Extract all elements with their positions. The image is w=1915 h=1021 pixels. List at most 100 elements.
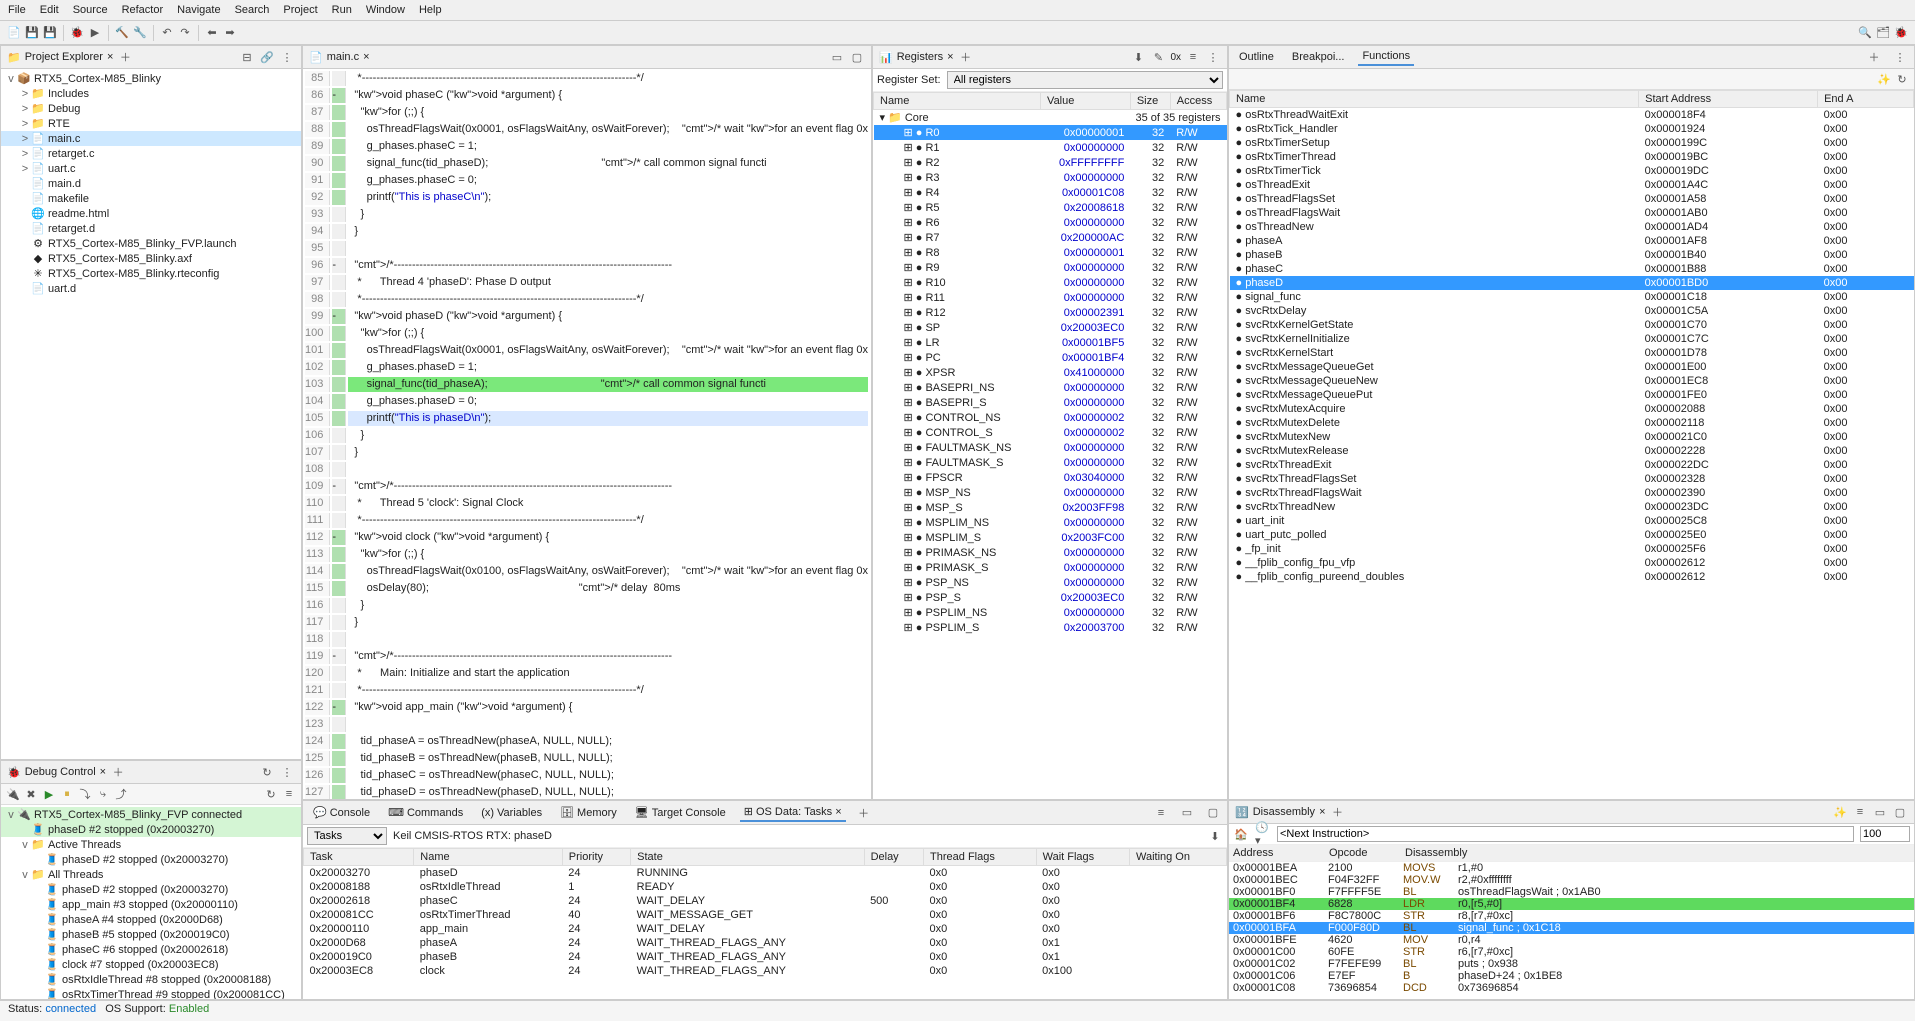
register-row[interactable]: ⊞ ● R10x0000000032R/W bbox=[874, 140, 1227, 155]
tab-commands[interactable]: ⌨Commands bbox=[384, 804, 467, 821]
thread-item[interactable]: 🧵app_main #3 stopped (0x20000110) bbox=[1, 897, 301, 912]
function-row[interactable]: ● svcRtxThreadFlagsWait0x000023900x00 bbox=[1230, 486, 1914, 500]
project-item[interactable]: >📄retarget.c bbox=[1, 146, 301, 161]
disassembly-row[interactable]: 0x00001C02F7FEFE99BLputs ; 0x938 bbox=[1229, 958, 1914, 970]
history-icon[interactable]: 🕓▾ bbox=[1255, 826, 1271, 842]
disassembly-row[interactable]: 0x00001C0060FESTRr6,[r7,#0xc] bbox=[1229, 946, 1914, 958]
function-row[interactable]: ● phaseB0x00001B400x00 bbox=[1230, 248, 1914, 262]
function-row[interactable]: ● svcRtxMessageQueueGet0x00001E000x00 bbox=[1230, 360, 1914, 374]
hex-label[interactable]: 0x bbox=[1170, 52, 1181, 63]
disconnect-icon[interactable]: ✖ bbox=[23, 786, 39, 802]
hammer-icon[interactable]: 🔨 bbox=[114, 25, 130, 41]
function-row[interactable]: ● osThreadNew0x00001AD40x00 bbox=[1230, 220, 1914, 234]
refresh-icon[interactable]: ↻ bbox=[259, 764, 275, 780]
menubar[interactable]: FileEditSourceRefactorNavigateSearchProj… bbox=[0, 0, 1915, 21]
project-item[interactable]: ✳RTX5_Cortex-M85_Blinky.rteconfig bbox=[1, 266, 301, 281]
function-row[interactable]: ● __fplib_config_fpu_vfp0x000026120x00 bbox=[1230, 556, 1914, 570]
project-item[interactable]: >📁Debug bbox=[1, 101, 301, 116]
register-row[interactable]: ⊞ ● CONTROL_S0x0000000232R/W bbox=[874, 425, 1227, 440]
disassembly-row[interactable]: 0x00001BFE4620MOVr0,r4 bbox=[1229, 934, 1914, 946]
bottom-tabs[interactable]: 💬Console⌨Commands(x)Variables🗄Memory🖥Tar… bbox=[303, 801, 1227, 825]
thread-item[interactable]: 🧵phaseC #6 stopped (0x20002618) bbox=[1, 942, 301, 957]
register-row[interactable]: ⊞ ● BASEPRI_NS0x0000000032R/W bbox=[874, 380, 1227, 395]
function-row[interactable]: ● osThreadExit0x00001A4C0x00 bbox=[1230, 178, 1914, 192]
debug-toolbar[interactable]: 🔌 ✖ ▶ ⏸ ⤵ ⤷ ⤴ ↻ ≡ bbox=[1, 784, 301, 805]
min-icon[interactable]: ▭ bbox=[829, 49, 845, 65]
add-icon[interactable]: ＋ bbox=[110, 764, 126, 780]
disassembly-row[interactable]: 0x00001C0873696854DCD0x73696854 bbox=[1229, 982, 1914, 994]
debug-perspective-icon[interactable]: 🐞 bbox=[1893, 25, 1909, 41]
tab-console[interactable]: 💬Console bbox=[309, 804, 374, 821]
max-icon[interactable]: ▢ bbox=[1205, 805, 1221, 821]
back-icon[interactable]: ⬅ bbox=[204, 25, 220, 41]
thread-item[interactable]: 🧵phaseD #2 stopped (0x20003270) bbox=[1, 852, 301, 867]
function-row[interactable]: ● svcRtxMessageQueuePut0x00001FE00x00 bbox=[1230, 388, 1914, 402]
project-item[interactable]: 📄main.d bbox=[1, 176, 301, 191]
new-icon[interactable]: 📄 bbox=[6, 25, 22, 41]
disassembly-row[interactable]: 0x00001BFAF000F80DBLsignal_func ; 0x1C18 bbox=[1229, 922, 1914, 934]
register-row[interactable]: ⊞ ● PC0x00001BF432R/W bbox=[874, 350, 1227, 365]
bug-icon[interactable]: 🐞 bbox=[69, 25, 85, 41]
project-item[interactable]: 🌐readme.html bbox=[1, 206, 301, 221]
function-row[interactable]: ● svcRtxThreadExit0x000022DC0x00 bbox=[1230, 458, 1914, 472]
function-row[interactable]: ● osThreadFlagsWait0x00001AB00x00 bbox=[1230, 206, 1914, 220]
project-item[interactable]: >📁RTE bbox=[1, 116, 301, 131]
function-row[interactable]: ● svcRtxMutexDelete0x000021180x00 bbox=[1230, 416, 1914, 430]
function-row[interactable]: ● osRtxTimerSetup0x0000199C0x00 bbox=[1230, 136, 1914, 150]
tool-icon[interactable]: 🔧 bbox=[132, 25, 148, 41]
register-row[interactable]: ⊞ ● PSP_NS0x0000000032R/W bbox=[874, 575, 1227, 590]
wand-icon[interactable]: ✨ bbox=[1832, 804, 1848, 820]
disassembly-row[interactable]: 0x00001BF6F8C7800CSTRr8,[r7,#0xc] bbox=[1229, 910, 1914, 922]
register-row[interactable]: ⊞ ● PRIMASK_NS0x0000000032R/W bbox=[874, 545, 1227, 560]
menu-navigate[interactable]: Navigate bbox=[177, 4, 220, 16]
register-row[interactable]: ⊞ ● R50x2000861832R/W bbox=[874, 200, 1227, 215]
max-icon[interactable]: ▢ bbox=[1892, 804, 1908, 820]
function-row[interactable]: ● phaseD0x00001BD00x00 bbox=[1230, 276, 1914, 290]
function-row[interactable]: ● signal_func0x00001C180x00 bbox=[1230, 290, 1914, 304]
tab-outline[interactable]: Outline bbox=[1235, 49, 1278, 65]
save-all-icon[interactable]: 💾 bbox=[42, 25, 58, 41]
function-row[interactable]: ● osThreadFlagsSet0x00001A580x00 bbox=[1230, 192, 1914, 206]
register-row[interactable]: ⊞ ● SP0x20003EC032R/W bbox=[874, 320, 1227, 335]
export-icon[interactable]: ⬇ bbox=[1130, 49, 1146, 65]
register-row[interactable]: ⊞ ● MSPLIM_S0x2003FC0032R/W bbox=[874, 530, 1227, 545]
disassembly-address-input[interactable] bbox=[1277, 826, 1854, 842]
thread-item[interactable]: 🧵phaseB #5 stopped (0x200019C0) bbox=[1, 927, 301, 942]
export-icon[interactable]: ⬇ bbox=[1207, 828, 1223, 844]
undo-icon[interactable]: ↶ bbox=[159, 25, 175, 41]
register-row[interactable]: ⊞ ● FAULTMASK_NS0x0000000032R/W bbox=[874, 440, 1227, 455]
function-row[interactable]: ● svcRtxKernelInitialize0x00001C7C0x00 bbox=[1230, 332, 1914, 346]
osdata-table[interactable]: TaskNamePriorityStateDelayThread FlagsWa… bbox=[303, 848, 1227, 978]
close-icon[interactable]: × bbox=[107, 51, 113, 63]
register-row[interactable]: ⊞ ● PRIMASK_S0x0000000032R/W bbox=[874, 560, 1227, 575]
add-icon[interactable]: ＋ bbox=[117, 49, 133, 65]
disassembly-row[interactable]: 0x00001BEA2100MOVSr1,#0 bbox=[1229, 862, 1914, 874]
close-icon[interactable]: × bbox=[947, 51, 953, 63]
tab-os-data--tasks[interactable]: ⊞OS Data: Tasks × bbox=[740, 803, 846, 822]
thread-item[interactable]: 🧵phaseD #2 stopped (0x20003270) bbox=[1, 882, 301, 897]
thread-item[interactable]: v🔌RTX5_Cortex-M85_Blinky_FVP connected bbox=[1, 807, 301, 822]
project-item[interactable]: 📄retarget.d bbox=[1, 221, 301, 236]
editor-body[interactable]: 85 *------------------------------------… bbox=[303, 69, 871, 799]
menu-refactor[interactable]: Refactor bbox=[122, 4, 164, 16]
link-icon[interactable]: 🔗 bbox=[259, 49, 275, 65]
resume-icon[interactable]: ▶ bbox=[41, 786, 57, 802]
function-row[interactable]: ● svcRtxThreadNew0x000023DC0x00 bbox=[1230, 500, 1914, 514]
thread-item[interactable]: 🧵osRtxIdleThread #8 stopped (0x20008188) bbox=[1, 972, 301, 987]
function-row[interactable]: ● osRtxThreadWaitExit0x000018F40x00 bbox=[1230, 108, 1914, 123]
add-icon[interactable]: ＋ bbox=[958, 49, 974, 65]
fwd-icon[interactable]: ➡ bbox=[222, 25, 238, 41]
function-row[interactable]: ● osRtxTimerTick0x000019DC0x00 bbox=[1230, 164, 1914, 178]
step-into-icon[interactable]: ⤷ bbox=[95, 786, 111, 802]
tab-target-console[interactable]: 🖥Target Console bbox=[631, 804, 730, 821]
menu-window[interactable]: Window bbox=[366, 4, 405, 16]
functions-table[interactable]: NameStart AddressEnd A● osRtxThreadWaitE… bbox=[1229, 90, 1914, 584]
register-row[interactable]: ⊞ ● LR0x00001BF532R/W bbox=[874, 335, 1227, 350]
menu-icon[interactable]: ≡ bbox=[1153, 805, 1169, 821]
register-set-select[interactable]: All registers bbox=[947, 71, 1223, 89]
save-icon[interactable]: 💾 bbox=[24, 25, 40, 41]
register-row[interactable]: ⊞ ● R70x200000AC32R/W bbox=[874, 230, 1227, 245]
register-row[interactable]: ⊞ ● PSPLIM_S0x2000370032R/W bbox=[874, 620, 1227, 635]
task-row[interactable]: 0x20000110app_main24WAIT_DELAY0x00x0 bbox=[304, 922, 1227, 936]
function-row[interactable]: ● svcRtxThreadFlagsSet0x000023280x00 bbox=[1230, 472, 1914, 486]
